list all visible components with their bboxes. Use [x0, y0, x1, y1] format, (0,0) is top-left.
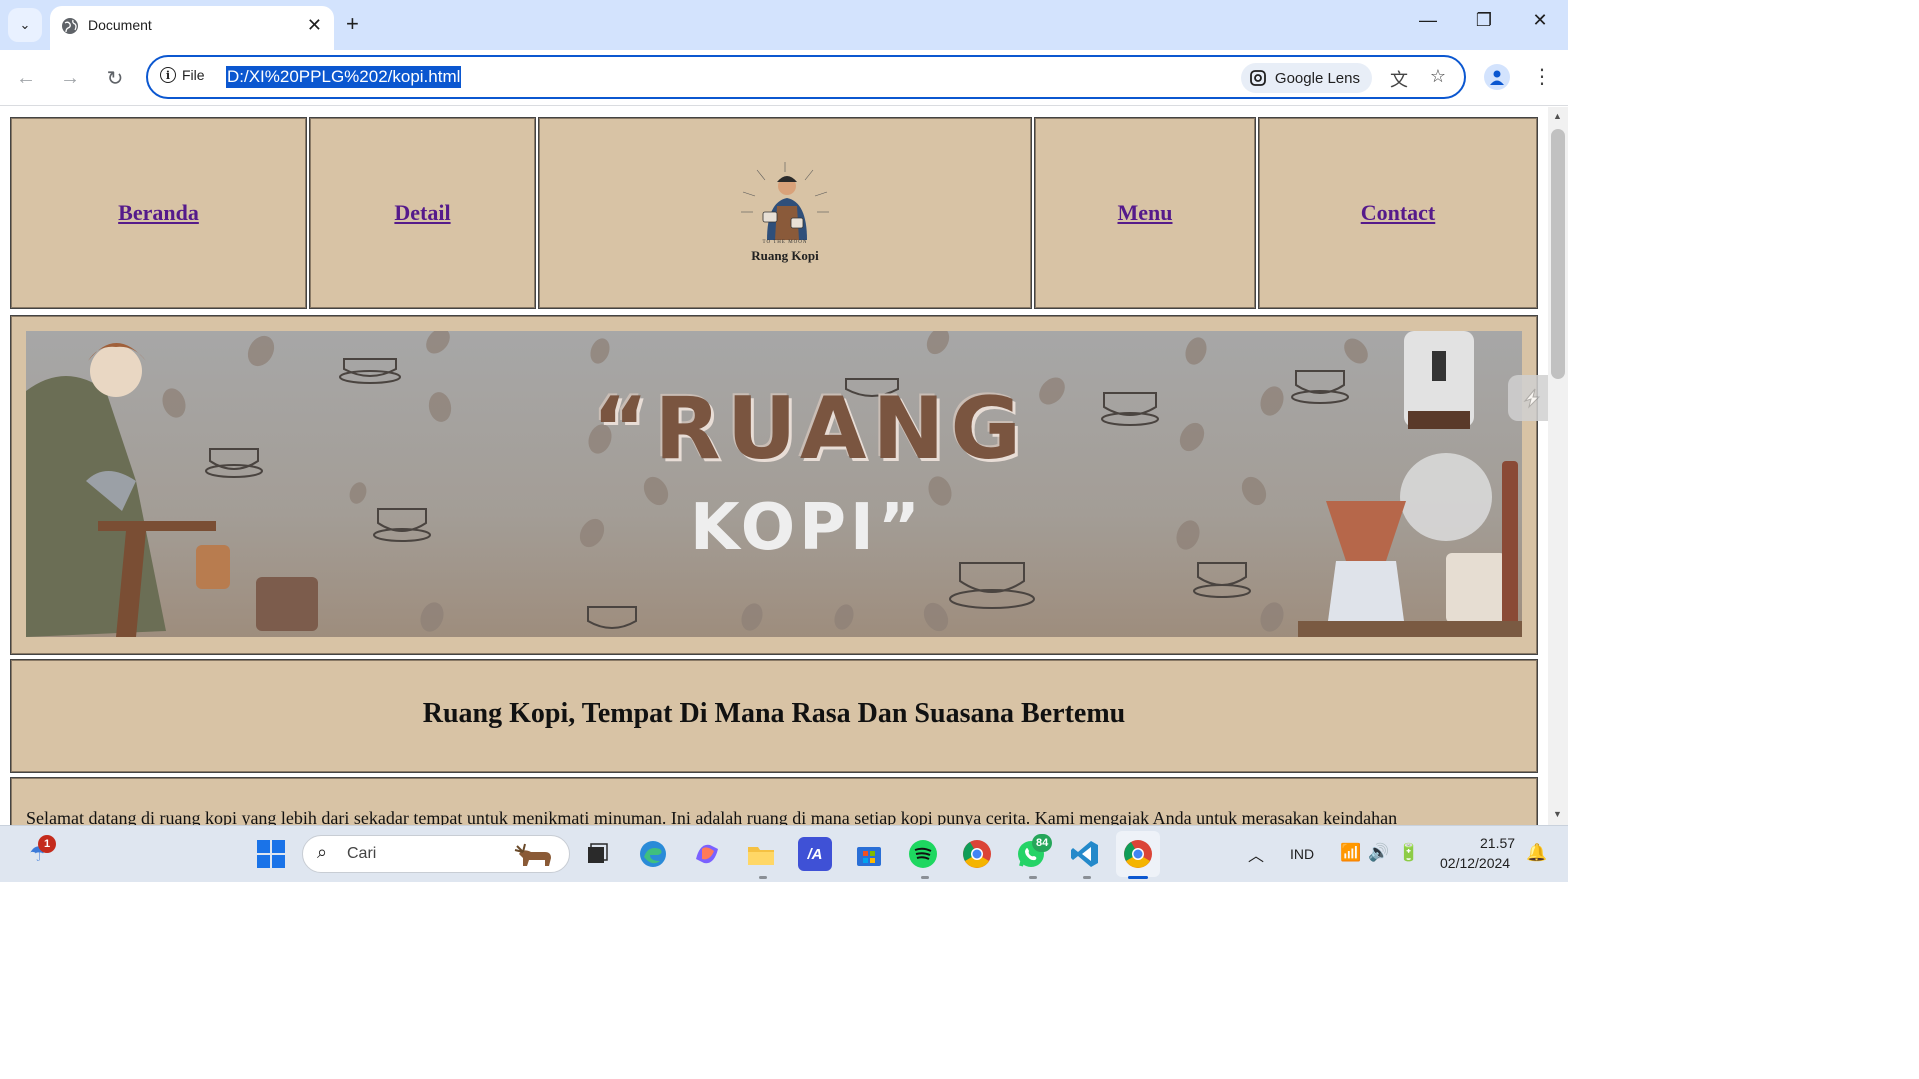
- heading-cell: Ruang Kopi, Tempat Di Mana Rasa Dan Suas…: [10, 659, 1538, 773]
- search-icon: ⌕: [317, 842, 328, 862]
- nav-cell-beranda: Beranda: [10, 117, 307, 309]
- taskbar-search[interactable]: ⌕ Cari: [302, 835, 570, 873]
- reload-button[interactable]: ↻: [101, 64, 129, 92]
- language-indicator[interactable]: IND: [1290, 846, 1314, 862]
- logo-name: Ruang Kopi: [751, 248, 819, 263]
- person-icon: [1490, 70, 1504, 85]
- taskbar-search-placeholder: Cari: [347, 845, 377, 862]
- url-text[interactable]: D:/XI%20PPLG%202/kopi.html: [226, 66, 462, 88]
- address-bar[interactable]: i File D:/XI%20PPLG%202/kopi.html Google…: [146, 55, 1466, 99]
- microsoft-store-icon[interactable]: [852, 837, 886, 871]
- google-lens-button[interactable]: Google Lens: [1240, 63, 1372, 93]
- restore-button[interactable]: ❐: [1464, 10, 1504, 31]
- minimize-button[interactable]: —: [1408, 10, 1448, 31]
- translate-icon[interactable]: 文: [1390, 66, 1408, 92]
- show-hidden-icons-chevron[interactable]: ︿: [1248, 842, 1264, 866]
- clock-date[interactable]: 02/12/2024: [1440, 855, 1510, 871]
- moose-illustration-icon: [514, 843, 551, 866]
- info-icon: i: [160, 67, 176, 83]
- nav-link-beranda[interactable]: Beranda: [118, 200, 199, 226]
- chrome-icon[interactable]: [960, 837, 994, 871]
- banner-cell: “RUANG KOPI”: [10, 315, 1538, 655]
- side-panel-widget[interactable]: [1508, 375, 1548, 421]
- new-tab-button[interactable]: +: [346, 11, 359, 37]
- banner-title-line2: KOPI”: [690, 491, 924, 565]
- chevron-down-icon: ⌄: [19, 17, 31, 32]
- close-tab-icon[interactable]: ✕: [307, 15, 322, 36]
- logo-tagline: TO THE MOON: [762, 240, 808, 245]
- battery-icon[interactable]: 🔋: [1398, 843, 1419, 863]
- tab-title: Document: [88, 17, 152, 33]
- copilot-icon[interactable]: [690, 837, 724, 871]
- site-info-chip[interactable]: i File: [160, 67, 205, 83]
- page-heading: Ruang Kopi, Tempat Di Mana Rasa Dan Suas…: [422, 698, 1126, 729]
- banner-illustration: [26, 331, 1522, 637]
- nav-cell-detail: Detail: [309, 117, 536, 309]
- banner-image: “RUANG KOPI”: [26, 331, 1522, 637]
- file-explorer-icon[interactable]: [744, 837, 778, 871]
- windows-logo-icon: [257, 840, 285, 868]
- scroll-up-icon[interactable]: ▲: [1553, 111, 1562, 121]
- editor-app-icon[interactable]: /A: [798, 837, 832, 871]
- start-button[interactable]: [254, 837, 288, 871]
- lightning-icon: [1523, 388, 1541, 409]
- notification-bell-icon[interactable]: 🔔: [1526, 843, 1547, 863]
- running-indicator: [759, 876, 767, 879]
- tab-strip: ⌄ Document ✕ + — ❐ ✕: [0, 0, 1568, 50]
- windows-taskbar: ☂ 1 ⌕ Cari /A 84 ︿ IND 📶 🔊 🔋 21.57 02/12…: [0, 825, 1568, 882]
- close-window-button[interactable]: ✕: [1520, 10, 1560, 31]
- page-scrollbar[interactable]: ▲ ▼: [1548, 107, 1568, 825]
- scroll-thumb[interactable]: [1551, 129, 1565, 379]
- intro-paragraph: Selamat datang di ruang kopi yang lebih …: [26, 808, 1398, 825]
- nav-link-detail[interactable]: Detail: [394, 200, 450, 226]
- task-view-icon[interactable]: [580, 837, 614, 871]
- edge-browser-icon[interactable]: [636, 837, 670, 871]
- chrome-active-icon[interactable]: [1116, 831, 1160, 877]
- wifi-icon[interactable]: 📶: [1340, 843, 1361, 863]
- running-indicator: [1029, 876, 1037, 879]
- volume-icon[interactable]: 🔊: [1368, 843, 1389, 863]
- back-button[interactable]: ←: [12, 64, 40, 92]
- forward-button[interactable]: →: [56, 64, 84, 92]
- banner-title-line1: “RUANG: [592, 379, 1028, 479]
- globe-icon: [62, 18, 78, 34]
- intro-cell: Selamat datang di ruang kopi yang lebih …: [10, 777, 1538, 825]
- lens-icon: [1250, 70, 1266, 86]
- logo-cell: TO THE MOON Ruang Kopi: [538, 117, 1032, 309]
- spotify-icon[interactable]: [906, 837, 940, 871]
- menu-kebab-icon[interactable]: ⋮: [1532, 64, 1552, 89]
- tab-search-button[interactable]: ⌄: [8, 8, 42, 42]
- browser-toolbar: ← → ↻ i File D:/XI%20PPLG%202/kopi.html …: [0, 50, 1568, 106]
- running-indicator: [1083, 876, 1091, 879]
- nav-cell-contact: Contact: [1258, 117, 1538, 309]
- notification-badge: 1: [38, 835, 56, 853]
- vscode-icon[interactable]: [1068, 837, 1102, 871]
- nav-link-contact[interactable]: Contact: [1361, 200, 1436, 226]
- clock-time[interactable]: 21.57: [1480, 835, 1515, 851]
- bookmark-star-icon[interactable]: ☆: [1430, 66, 1446, 87]
- scroll-down-icon[interactable]: ▼: [1553, 809, 1562, 819]
- nav-cell-menu: Menu: [1034, 117, 1256, 309]
- lens-label: Google Lens: [1274, 69, 1360, 87]
- active-indicator: [1128, 876, 1148, 879]
- running-indicator: [921, 876, 929, 879]
- profile-avatar[interactable]: [1484, 64, 1510, 90]
- page-viewport: Beranda Detail TO THE MOON Ruang Kopi Me…: [0, 107, 1548, 825]
- whatsapp-badge: 84: [1032, 834, 1053, 852]
- nav-link-menu[interactable]: Menu: [1118, 200, 1173, 226]
- active-tab[interactable]: Document ✕: [50, 6, 334, 50]
- barista-logo-image: [741, 162, 829, 240]
- scheme-label: File: [182, 67, 205, 83]
